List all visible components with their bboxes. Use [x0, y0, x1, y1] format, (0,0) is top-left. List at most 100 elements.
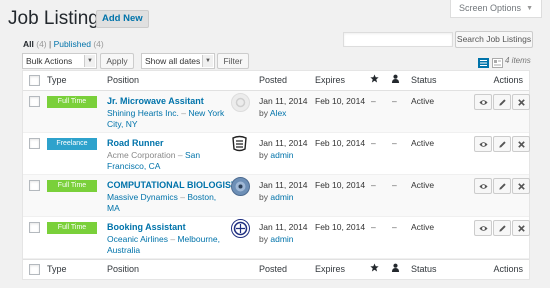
job-company-location: Shining Hearts Inc. – New York City, NY [107, 108, 227, 130]
column-posted: Posted [259, 75, 288, 85]
job-title-link[interactable]: COMPUTATIONAL BIOLOGIST [107, 180, 237, 190]
eye-icon[interactable] [474, 94, 492, 110]
job-company-location: Oceanic Airlines – Melbourne, Australia [107, 234, 227, 256]
filled-value: – [392, 96, 397, 106]
dates-select[interactable]: Show all dates ▼ [141, 53, 215, 69]
type-badge: Full Time [47, 222, 97, 234]
bulk-actions-select[interactable]: Bulk Actions ▼ [22, 53, 97, 69]
job-title-link[interactable]: Road Runner [107, 138, 164, 148]
separator: – [180, 192, 185, 202]
featured-value: – [371, 96, 376, 106]
expires-date: Feb 10, 2014 [315, 96, 366, 106]
eye-icon[interactable] [474, 178, 492, 194]
page-title: Job Listings [8, 8, 109, 29]
user-icon [391, 71, 400, 90]
select-all-checkbox[interactable] [29, 75, 40, 86]
company-logo [231, 93, 250, 112]
type-badge: Full Time [47, 180, 97, 192]
column-status: Status [411, 264, 437, 274]
filter-button[interactable]: Filter [217, 53, 249, 69]
type-badge: Freelance [47, 138, 97, 150]
company-name: Acme Corporation [107, 150, 176, 160]
author-link[interactable]: admin [270, 150, 293, 160]
view-all-count: (4) [36, 39, 47, 49]
status-value: Active [411, 180, 435, 190]
table-row: Full Time Booking Assistant Oceanic Airl… [23, 217, 530, 259]
search-input[interactable] [343, 32, 453, 47]
caret-down-icon: ▼ [526, 5, 533, 12]
column-status: Status [411, 75, 437, 85]
row-checkbox[interactable] [29, 180, 40, 191]
by-label: by [259, 108, 268, 118]
pencil-icon[interactable] [493, 220, 511, 236]
view-separator: | [49, 39, 52, 49]
eye-icon[interactable] [474, 136, 492, 152]
pencil-icon[interactable] [493, 136, 511, 152]
chevron-down-icon: ▼ [202, 55, 213, 67]
expires-date: Feb 10, 2014 [315, 180, 366, 190]
table-row: Full Time Jr. Microwave Assitant Shining… [23, 91, 530, 133]
excerpt-view-icon[interactable] [492, 55, 503, 68]
by-label: by [259, 192, 268, 202]
filled-value: – [392, 138, 397, 148]
column-posted: Posted [259, 264, 288, 274]
row-checkbox[interactable] [29, 222, 40, 233]
search-button[interactable]: Search Job Listings [455, 31, 533, 48]
company-link[interactable]: Oceanic Airlines [107, 234, 168, 244]
featured-value: – [371, 180, 376, 190]
pencil-icon[interactable] [493, 94, 511, 110]
bulk-actions-value: Bulk Actions [26, 56, 73, 66]
row-checkbox[interactable] [29, 138, 40, 149]
posted-by: by admin [259, 234, 294, 244]
column-expires: Expires [315, 264, 346, 274]
list-view-icon[interactable] [478, 55, 489, 68]
subsubsub-views: All (4) | Published (4) [23, 39, 104, 49]
close-icon[interactable] [512, 94, 530, 110]
author-link[interactable]: admin [270, 192, 293, 202]
user-icon [391, 260, 400, 279]
filled-value: – [392, 180, 397, 190]
status-value: Active [411, 96, 435, 106]
star-icon [370, 260, 379, 279]
filled-value: – [392, 222, 397, 232]
table-footer: Type Position Posted Expires Status Acti… [23, 259, 529, 279]
view-all-link[interactable]: All [23, 39, 34, 49]
posted-date: Jan 11, 2014 [259, 180, 308, 190]
company-logo [231, 219, 250, 238]
dates-value: Show all dates [145, 56, 201, 66]
separator: – [181, 108, 186, 118]
view-published-count: (4) [93, 39, 104, 49]
type-badge: Full Time [47, 96, 97, 108]
table-row: Freelance Road Runner Acme Corporation –… [23, 133, 530, 175]
screen-options-button[interactable]: Screen Options ▼ [450, 0, 542, 18]
posted-date: Jan 11, 2014 [259, 222, 308, 232]
close-icon[interactable] [512, 136, 530, 152]
row-checkbox[interactable] [29, 96, 40, 107]
posted-date: Jan 11, 2014 [259, 96, 308, 106]
eye-icon[interactable] [474, 220, 492, 236]
apply-button[interactable]: Apply [100, 53, 134, 69]
featured-value: – [371, 138, 376, 148]
table-row: Full Time COMPUTATIONAL BIOLOGIST Massiv… [23, 175, 530, 217]
view-published-link[interactable]: Published [54, 39, 91, 49]
company-link[interactable]: Shining Hearts Inc. [107, 108, 179, 118]
add-new-button[interactable]: Add New [96, 10, 149, 28]
job-title-link[interactable]: Booking Assistant [107, 222, 186, 232]
pencil-icon[interactable] [493, 178, 511, 194]
star-icon [370, 71, 379, 90]
close-icon[interactable] [512, 220, 530, 236]
screen-options-label: Screen Options [459, 3, 522, 13]
close-icon[interactable] [512, 178, 530, 194]
job-company-location: Acme Corporation – San Francisco, CA [107, 150, 227, 172]
author-link[interactable]: admin [270, 234, 293, 244]
posted-by: by admin [259, 192, 294, 202]
author-link[interactable]: Alex [270, 108, 287, 118]
separator: – [170, 234, 176, 244]
select-all-checkbox[interactable] [29, 264, 40, 275]
by-label: by [259, 150, 268, 160]
posted-date: Jan 11, 2014 [259, 138, 308, 148]
status-value: Active [411, 222, 435, 232]
job-title-link[interactable]: Jr. Microwave Assitant [107, 96, 204, 106]
company-link[interactable]: Massive Dynamics [107, 192, 178, 202]
posted-by: by Alex [259, 108, 286, 118]
